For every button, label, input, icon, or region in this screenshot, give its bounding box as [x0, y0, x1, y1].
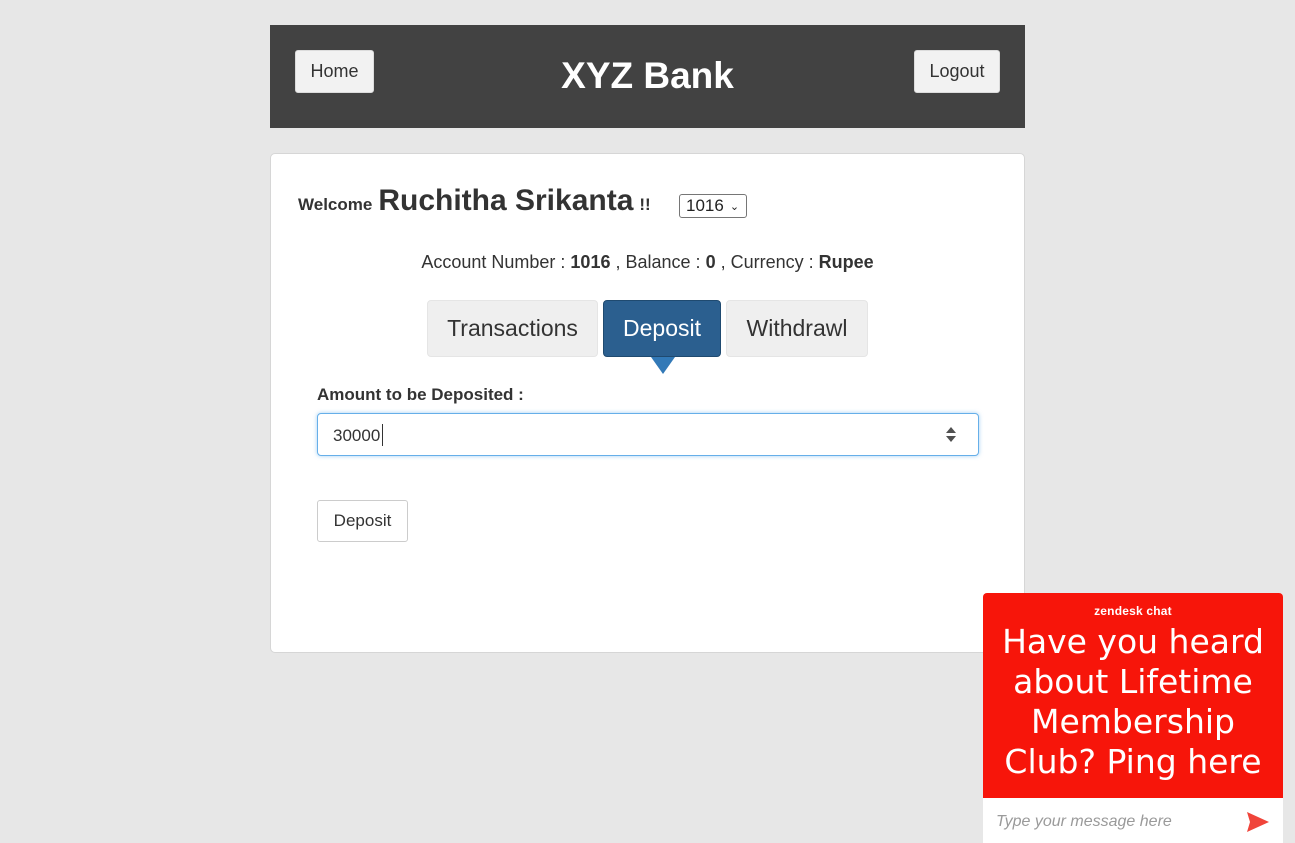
account-number-label: Account Number :	[421, 252, 566, 272]
tab-transactions[interactable]: Transactions	[427, 300, 598, 357]
logout-button[interactable]: Logout	[914, 50, 1000, 93]
balance-value: 0	[705, 252, 716, 272]
tab-deposit-label: Deposit	[623, 315, 701, 341]
number-spinner[interactable]	[946, 426, 958, 444]
balance-label: , Balance :	[615, 252, 701, 272]
active-tab-pointer	[651, 357, 675, 374]
tab-bar: Transactions Deposit Withdrawl	[427, 300, 868, 374]
account-info: Account Number : 1016 , Balance : 0 , Cu…	[271, 252, 1024, 273]
chat-message: Have you heard about Lifetime Membership…	[1002, 622, 1264, 781]
welcome-suffix: !!	[639, 195, 651, 214]
welcome-prefix: Welcome	[298, 195, 373, 214]
amount-input-value: 30000	[333, 426, 381, 445]
user-name: Ruchitha Srikanta	[378, 184, 634, 217]
currency-value: Rupee	[818, 252, 874, 272]
amount-input[interactable]: 30000	[317, 413, 979, 456]
spinner-up-icon[interactable]	[946, 427, 956, 433]
chat-input-placeholder: Type your message here	[996, 813, 1172, 830]
chat-banner[interactable]: zendesk chat Have you heard about Lifeti…	[983, 593, 1283, 798]
welcome-row: Welcome Ruchitha Srikanta !!	[298, 184, 651, 224]
account-number: 1016	[570, 252, 611, 272]
account-card: Welcome Ruchitha Srikanta !! 1016 ⌄ Acco…	[270, 153, 1025, 653]
amount-label: Amount to be Deposited :	[317, 385, 524, 404]
chat-input[interactable]: Type your message here	[983, 798, 1283, 843]
account-select[interactable]: 1016 ⌄	[679, 194, 747, 218]
app-header: Home XYZ Bank Logout	[270, 25, 1025, 128]
chevron-down-icon: ⌄	[729, 200, 740, 213]
bank-title: XYZ Bank	[561, 55, 734, 96]
account-select-value: 1016	[686, 196, 724, 215]
tab-deposit[interactable]: Deposit	[603, 300, 721, 374]
currency-label: , Currency :	[720, 252, 814, 272]
spinner-down-icon[interactable]	[946, 436, 956, 442]
chat-widget: zendesk chat Have you heard about Lifeti…	[983, 593, 1283, 843]
tab-withdrawl[interactable]: Withdrawl	[726, 300, 868, 357]
chat-brand: zendesk chat	[1094, 604, 1172, 618]
text-caret	[382, 424, 383, 446]
send-icon[interactable]	[1246, 811, 1270, 833]
deposit-submit-button[interactable]: Deposit	[317, 500, 408, 542]
